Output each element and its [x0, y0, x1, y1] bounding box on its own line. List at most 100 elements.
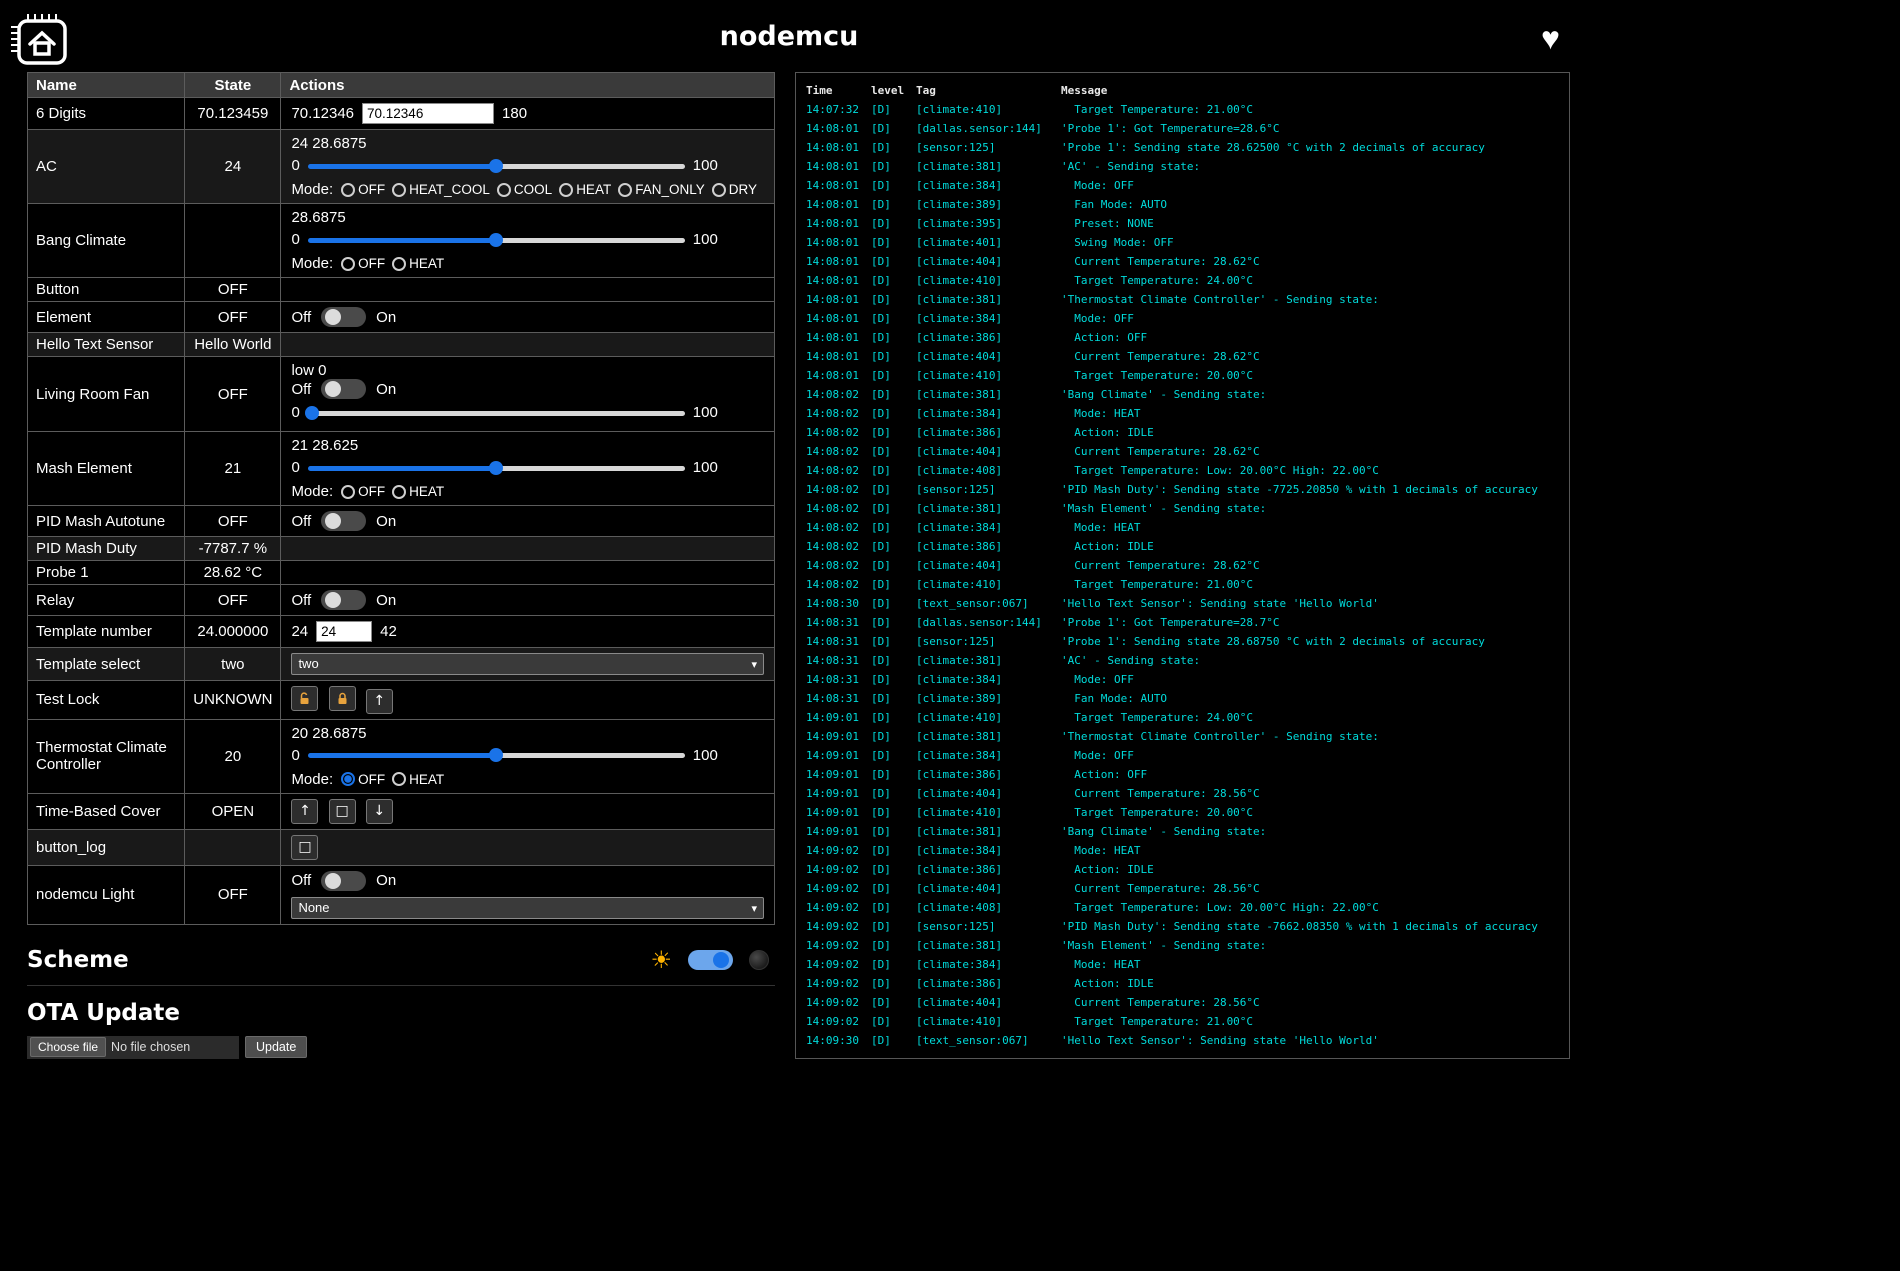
radio-icon[interactable]	[341, 183, 355, 197]
light-effect-dropdown[interactable]: None ▾	[291, 897, 764, 919]
cover-up-button[interactable]: ↑	[291, 799, 318, 824]
cover-stop-button[interactable]: □	[329, 799, 356, 824]
temperature-slider[interactable]	[308, 747, 685, 763]
radio-icon[interactable]	[712, 183, 726, 197]
log-entry: 14:08:01[D][dallas.sensor:144]'Probe 1':…	[806, 119, 1559, 138]
mode-option-heat-cool[interactable]: HEAT_COOL	[392, 182, 490, 197]
toggle-switch[interactable]	[321, 307, 366, 327]
mode-option-label: OFF	[358, 182, 385, 197]
entity-actions: Off On	[281, 302, 775, 333]
radio-icon[interactable]	[341, 485, 355, 499]
entity-actions	[281, 333, 775, 357]
entity-actions: 70.12346 180	[281, 98, 775, 130]
toggle-on-label: On	[376, 592, 396, 609]
log-entry-tag: [climate:404]	[916, 993, 1061, 1012]
toggle-switch[interactable]	[321, 590, 366, 610]
update-button[interactable]: Update	[245, 1036, 307, 1058]
slider-thumb[interactable]	[489, 233, 503, 247]
log-entry-level: [D]	[871, 138, 916, 157]
log-entry: 14:09:02[D][sensor:125]'PID Mash Duty': …	[806, 917, 1559, 936]
log-entry-tag: [climate:381]	[916, 385, 1061, 404]
log-entry: 14:08:31[D][climate:389] Fan Mode: AUTO	[806, 689, 1559, 708]
log-entry: 14:08:31[D][climate:381]'AC' - Sending s…	[806, 651, 1559, 670]
log-entry: 14:09:01[D][climate:386] Action: OFF	[806, 765, 1559, 784]
log-entry-tag: [climate:389]	[916, 689, 1061, 708]
log-entry-message: Action: IDLE	[1061, 974, 1559, 993]
radio-icon[interactable]	[618, 183, 632, 197]
scheme-toggle[interactable]	[688, 950, 733, 970]
light-mode-sun-icon: ☀	[650, 948, 672, 972]
entities-table: Name State Actions 6 Digits 70.123459 70…	[27, 72, 775, 925]
toggle-switch[interactable]	[321, 511, 366, 531]
radio-icon[interactable]	[497, 183, 511, 197]
mode-option-label: OFF	[358, 256, 385, 271]
select-dropdown[interactable]: two ▾	[291, 653, 764, 675]
log-column-tag: Tag	[916, 81, 1061, 100]
climate-temperature-label: 28.6875	[291, 209, 764, 226]
firmware-file-input[interactable]: Choose file No file chosen	[27, 1036, 239, 1059]
number-input[interactable]	[316, 621, 372, 642]
choose-file-button[interactable]: Choose file	[30, 1037, 106, 1057]
entity-panel: Name State Actions 6 Digits 70.123459 70…	[27, 72, 775, 1059]
cover-down-button[interactable]: ↓	[366, 799, 393, 824]
temperature-slider[interactable]	[308, 158, 685, 174]
mode-option-off[interactable]: OFF	[341, 772, 385, 787]
toggle-switch[interactable]	[321, 379, 366, 399]
toggle-switch[interactable]	[321, 871, 366, 891]
radio-icon[interactable]	[341, 257, 355, 271]
log-entry-tag: [climate:404]	[916, 442, 1061, 461]
mode-option-off[interactable]: OFF	[341, 182, 385, 197]
slider-thumb[interactable]	[489, 748, 503, 762]
mode-option-label: HEAT	[576, 182, 611, 197]
lock-open-button[interactable]: ↑	[366, 689, 393, 714]
log-entry-level: [D]	[871, 936, 916, 955]
entity-name: PID Mash Autotune	[28, 506, 185, 537]
log-entry-tag: [climate:381]	[916, 290, 1061, 309]
log-entry-time: 14:08:01	[806, 119, 871, 138]
fan-speed-slider[interactable]	[308, 405, 685, 421]
log-entry-message: Current Temperature: 28.62°C	[1061, 252, 1559, 271]
mode-option-fan-only[interactable]: FAN_ONLY	[618, 182, 705, 197]
lock-button[interactable]	[329, 686, 356, 711]
log-entry-time: 14:09:01	[806, 765, 871, 784]
entity-state: OFF	[185, 278, 281, 302]
log-entry: 14:09:02[D][climate:410] Target Temperat…	[806, 1012, 1559, 1031]
mode-option-heat[interactable]: HEAT	[392, 772, 444, 787]
entity-actions: 24 28.6875 0 100 Mode: OFF HEAT_COOL COO…	[281, 130, 775, 204]
slider-thumb[interactable]	[305, 406, 319, 420]
mode-option-off[interactable]: OFF	[341, 484, 385, 499]
radio-icon[interactable]	[392, 183, 406, 197]
temperature-slider[interactable]	[308, 460, 685, 476]
mode-option-heat[interactable]: HEAT	[559, 182, 611, 197]
select-value: two	[298, 656, 318, 671]
log-entry-level: [D]	[871, 537, 916, 556]
press-button[interactable]: □	[291, 835, 318, 860]
mode-option-heat[interactable]: HEAT	[392, 484, 444, 499]
radio-icon[interactable]	[392, 257, 406, 271]
number-input[interactable]	[362, 103, 494, 124]
log-entry-message: Current Temperature: 28.62°C	[1061, 442, 1559, 461]
radio-checked-icon[interactable]	[341, 772, 355, 786]
unlock-button[interactable]	[291, 686, 318, 711]
log-entry-message: Target Temperature: 20.00°C	[1061, 803, 1559, 822]
entity-state: two	[185, 648, 281, 681]
radio-icon[interactable]	[392, 772, 406, 786]
temperature-slider[interactable]	[308, 232, 685, 248]
mode-option-heat[interactable]: HEAT	[392, 256, 444, 271]
radio-icon[interactable]	[559, 183, 573, 197]
log-entry-tag: [climate:381]	[916, 936, 1061, 955]
log-entry-level: [D]	[871, 860, 916, 879]
mode-option-label: OFF	[358, 772, 385, 787]
slider-thumb[interactable]	[489, 461, 503, 475]
log-entry: 14:08:31[D][sensor:125]'Probe 1': Sendin…	[806, 632, 1559, 651]
mode-option-cool[interactable]: COOL	[497, 182, 552, 197]
mode-option-dry[interactable]: DRY	[712, 182, 757, 197]
mode-label: Mode:	[291, 483, 333, 500]
radio-icon[interactable]	[392, 485, 406, 499]
log-entry-message: Target Temperature: 20.00°C	[1061, 366, 1559, 385]
slider-thumb[interactable]	[489, 159, 503, 173]
entity-name: Template select	[28, 648, 185, 681]
mode-option-off[interactable]: OFF	[341, 256, 385, 271]
log-entry-time: 14:09:01	[806, 746, 871, 765]
row-mash-element: Mash Element 21 21 28.625 0 100 Mode:	[28, 432, 775, 506]
